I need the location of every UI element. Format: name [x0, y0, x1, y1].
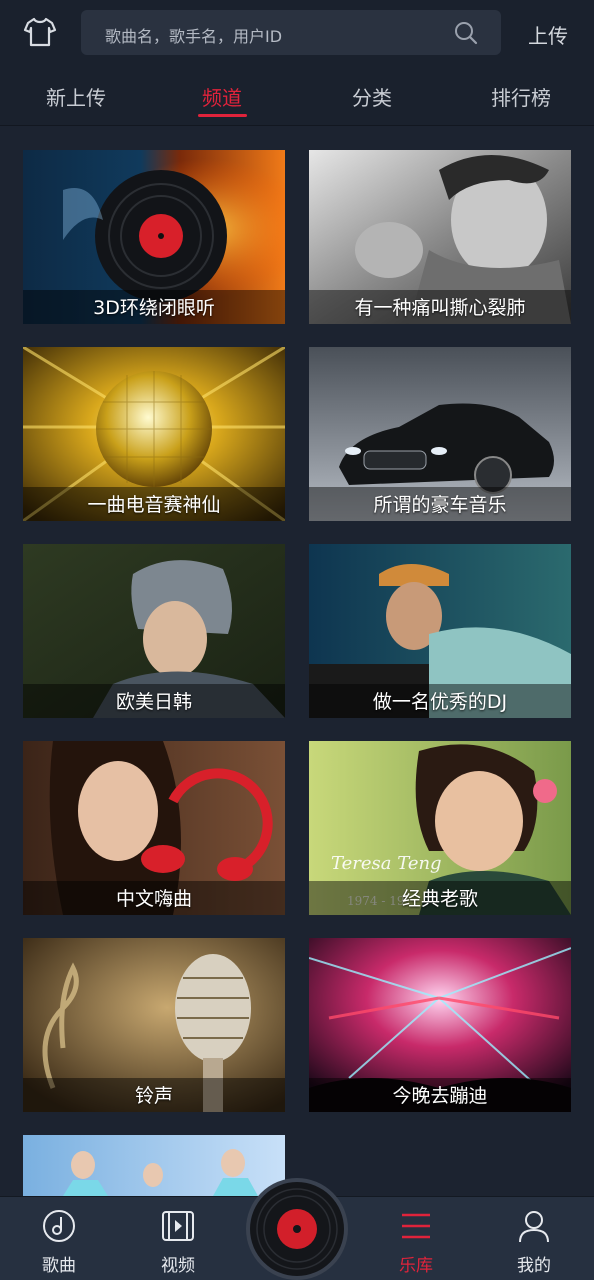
app-header: 歌曲名，歌手名，用户ID 上传 [0, 0, 594, 66]
channel-card[interactable]: 有一种痛叫撕心裂肺 [309, 150, 571, 324]
channel-title: 3D环绕闭眼听 [93, 297, 215, 319]
channel-title: 有一种痛叫撕心裂肺 [354, 297, 526, 319]
channel-card[interactable]: 铃声 [23, 938, 285, 1112]
tab-new-uploads[interactable]: 新上传 [46, 82, 106, 111]
channel-title: 中文嗨曲 [115, 888, 192, 910]
channel-card[interactable]: 欧美日韩 [23, 544, 285, 718]
video-icon [162, 1211, 194, 1241]
nav-library[interactable]: 乐库 [376, 1197, 456, 1280]
channel-card[interactable]: Teresa Teng 1974 - 19 经典老歌 [309, 741, 571, 915]
channel-title: 今晚去蹦迪 [392, 1085, 488, 1107]
tshirt-icon[interactable] [22, 14, 58, 50]
channel-title: 铃声 [134, 1085, 173, 1107]
active-tab-indicator [198, 114, 247, 117]
nav-profile[interactable]: 我的 [494, 1197, 574, 1280]
tab-bar: 新上传 频道 分类 排行榜 [0, 66, 594, 126]
channel-title: 欧美日韩 [115, 691, 192, 713]
nav-profile-label: 我的 [517, 1256, 551, 1276]
search-bar[interactable]: 歌曲名，歌手名，用户ID [81, 10, 501, 55]
channel-title: 所谓的豪车音乐 [373, 494, 507, 516]
channel-title: 经典老歌 [401, 888, 478, 910]
channel-title: 做一名优秀的DJ [372, 691, 508, 713]
channel-card[interactable]: 一曲电音赛神仙 [23, 347, 285, 521]
nav-library-label: 乐库 [399, 1256, 433, 1276]
channel-card[interactable]: 3D环绕闭眼听 [23, 150, 285, 324]
search-placeholder: 歌曲名，歌手名，用户ID [105, 27, 283, 46]
music-note-icon [43, 1210, 75, 1242]
vinyl-player-button[interactable] [245, 1177, 349, 1280]
nav-videos-label: 视频 [161, 1256, 195, 1276]
nav-songs-label: 歌曲 [42, 1256, 76, 1276]
nav-songs[interactable]: 歌曲 [19, 1197, 99, 1280]
upload-button[interactable]: 上传 [528, 20, 568, 49]
search-icon[interactable] [453, 20, 479, 46]
channel-title: 一曲电音赛神仙 [87, 494, 221, 516]
channel-card[interactable]: 中文嗨曲 [23, 741, 285, 915]
teresa-name-text: Teresa Teng [331, 853, 442, 874]
channel-card[interactable]: 所谓的豪车音乐 [309, 347, 571, 521]
profile-icon [519, 1211, 549, 1243]
tab-channels[interactable]: 频道 [202, 82, 242, 111]
tab-charts[interactable]: 排行榜 [491, 82, 551, 111]
nav-videos[interactable]: 视频 [138, 1197, 218, 1280]
channel-card[interactable]: 今晚去蹦迪 [309, 938, 571, 1112]
channel-card[interactable]: 做一名优秀的DJ [309, 544, 571, 718]
library-icon [402, 1213, 430, 1239]
tab-categories[interactable]: 分类 [352, 82, 392, 111]
